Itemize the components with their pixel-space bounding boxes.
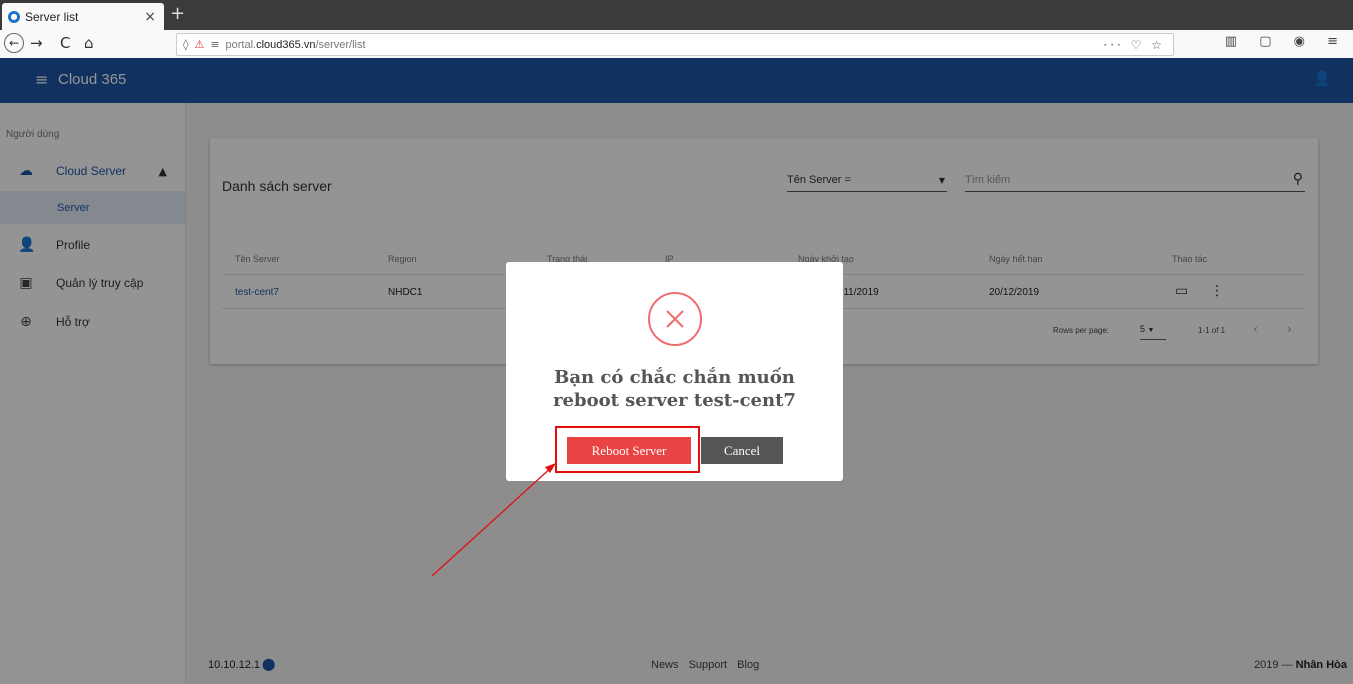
cancel-button[interactable]: Cancel — [701, 437, 783, 464]
favicon-icon: ● — [8, 10, 20, 23]
dialog-message-line2: reboot server test-cent7 — [553, 390, 796, 411]
new-tab-button[interactable]: + — [170, 3, 185, 24]
tab-title: Server list — [25, 9, 79, 24]
back-button[interactable]: ← — [4, 33, 24, 53]
dialog-message: Bạn có chắc chắn muốn reboot server test… — [506, 366, 843, 412]
browser-toolbar-icons[interactable]: ▥ ▢ ◉ ≡ — [1225, 34, 1347, 49]
url-bar[interactable]: ◊ ⚠ ≡ portal.cloud365.vn/server/list ···… — [176, 33, 1174, 56]
shield-icon[interactable]: ◊ — [183, 38, 188, 51]
url-text[interactable]: portal.cloud365.vn/server/list — [226, 39, 366, 51]
permissions-icon[interactable]: ≡ — [210, 38, 219, 51]
dialog-message-line1: Bạn có chắc chắn muốn — [554, 367, 795, 388]
browser-tab[interactable]: ● Server list × — [2, 3, 164, 30]
error-x-icon — [648, 292, 702, 346]
browser-tab-bar: ● Server list × + — [0, 0, 1353, 30]
forward-button[interactable]: → — [30, 34, 43, 52]
highlight-box-annotation — [555, 426, 700, 473]
tab-close-icon[interactable]: × — [144, 9, 156, 25]
page-actions[interactable]: ··· ♡ ☆ — [1103, 38, 1165, 52]
home-button[interactable]: ⌂ — [84, 34, 94, 52]
reload-button[interactable]: C — [60, 34, 70, 52]
insecure-lock-icon[interactable]: ⚠ — [194, 38, 204, 51]
